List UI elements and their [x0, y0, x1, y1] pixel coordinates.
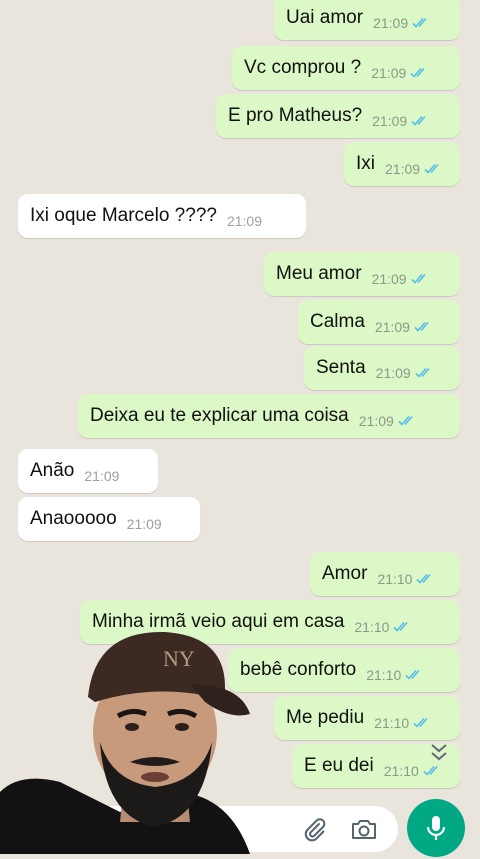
message-text: E eu dei [304, 755, 374, 776]
message-text: Meu amor [276, 263, 362, 284]
read-ticks-icon [423, 765, 443, 777]
message-time: 21:10 [354, 619, 390, 635]
message-time: 21:10 [377, 571, 413, 587]
read-ticks-icon [410, 67, 430, 79]
message-outgoing[interactable]: Uai amor 21:09 [274, 0, 460, 40]
message-time: 21:09 [126, 516, 162, 532]
message-time: 21:09 [84, 468, 120, 484]
message-outgoing[interactable]: E pro Matheus? 21:09 [216, 94, 460, 138]
message-text: Amor [322, 563, 368, 584]
message-time: 21:10 [374, 715, 410, 731]
message-text: Calma [310, 311, 365, 332]
read-ticks-icon [412, 17, 432, 29]
message-time: 21:09 [375, 365, 411, 381]
camera-icon [352, 820, 376, 839]
message-outgoing[interactable]: Meu amor 21:09 [264, 252, 460, 296]
message-time: 21:09 [226, 213, 262, 229]
read-ticks-icon [411, 273, 431, 285]
message-incoming[interactable]: Anaooooo 21:09 [18, 497, 200, 541]
message-incoming[interactable]: Ixi oque Marcelo ???? 21:09 [18, 194, 306, 238]
read-ticks-icon [416, 573, 436, 585]
message-outgoing[interactable]: Deixa eu te explicar uma coisa 21:09 [78, 394, 460, 438]
double-chevron-down-icon [431, 744, 447, 761]
message-text: Ixi [356, 153, 375, 174]
message-text: E pro Matheus? [228, 105, 363, 126]
message-time: 21:10 [366, 667, 402, 683]
message-time: 21:09 [374, 319, 410, 335]
message-outgoing[interactable]: Me pediu 21:10 [274, 696, 460, 740]
microphone-icon [426, 816, 446, 840]
message-time: 21:09 [371, 271, 407, 287]
message-text: Senta [316, 357, 366, 378]
message-outgoing[interactable]: Vc comprou ? 21:09 [232, 46, 460, 90]
message-text: Vc comprou ? [244, 57, 362, 78]
message-text: Ixi oque Marcelo ???? [30, 205, 217, 226]
message-text: Uai amor [286, 7, 364, 28]
paperclip-icon [304, 818, 326, 842]
message-outgoing[interactable]: Ixi 21:09 [344, 142, 460, 186]
scroll-down-button[interactable] [426, 740, 452, 766]
message-incoming[interactable]: Anão 21:09 [18, 449, 158, 493]
message-time: 21:09 [372, 113, 408, 129]
message-outgoing[interactable]: Amor 21:10 [310, 552, 460, 596]
attach-button[interactable] [298, 813, 330, 845]
read-ticks-icon [424, 163, 444, 175]
message-time: 21:09 [385, 161, 421, 177]
read-ticks-icon [393, 621, 413, 633]
read-ticks-icon [414, 321, 434, 333]
message-time: 21:09 [358, 413, 394, 429]
message-outgoing[interactable]: Calma 21:09 [298, 300, 460, 344]
read-ticks-icon [398, 415, 418, 427]
message-outgoing[interactable]: Senta 21:09 [304, 346, 460, 390]
read-ticks-icon [413, 717, 433, 729]
camera-button[interactable] [348, 813, 380, 845]
message-time: 21:09 [373, 15, 409, 31]
message-time: 21:09 [371, 65, 407, 81]
presenter-webcam-overlay: NY [0, 622, 270, 854]
message-text: Deixa eu te explicar uma coisa [90, 405, 349, 426]
read-ticks-icon [415, 367, 435, 379]
microphone-button[interactable] [407, 799, 465, 857]
message-time: 21:10 [383, 763, 419, 779]
message-text: Anaooooo [30, 508, 117, 529]
svg-text:NY: NY [163, 646, 195, 671]
read-ticks-icon [411, 115, 431, 127]
message-text: Me pediu [286, 707, 365, 728]
read-ticks-icon [405, 669, 425, 681]
message-text: Anão [30, 460, 75, 481]
